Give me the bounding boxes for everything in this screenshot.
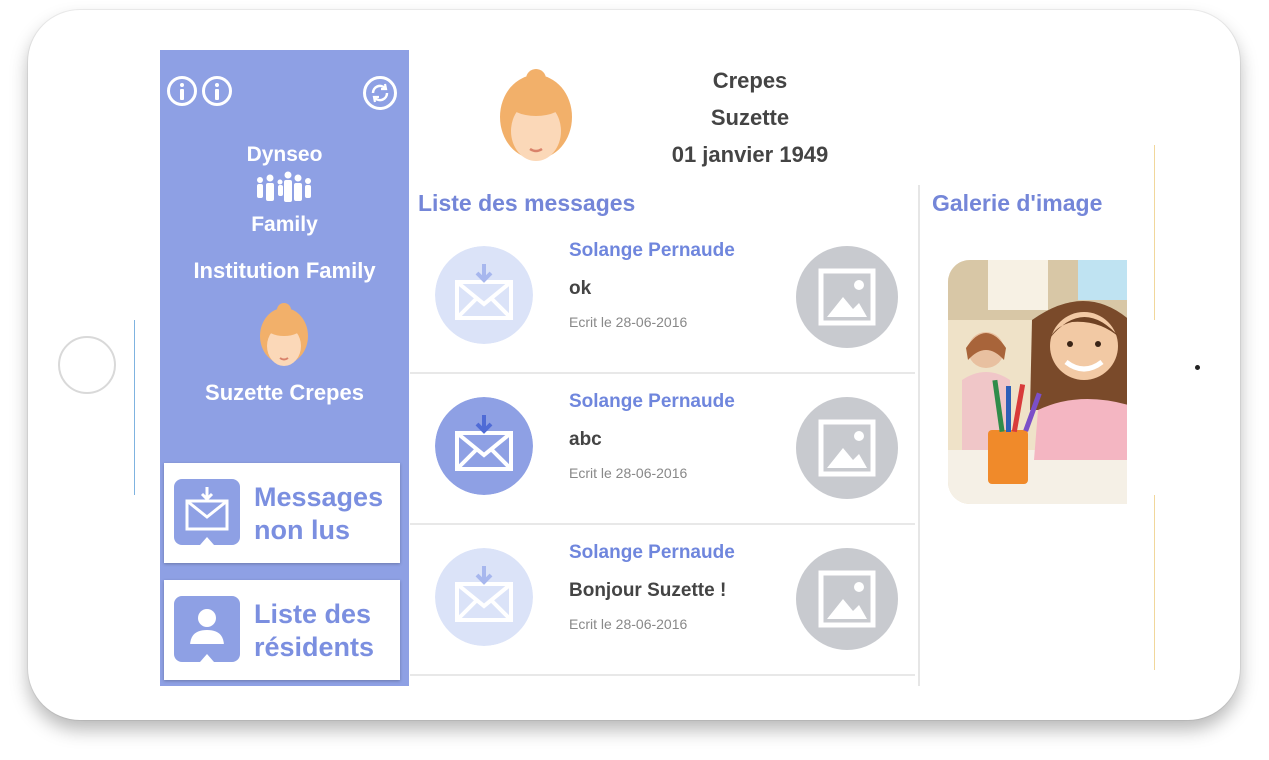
- image-icon[interactable]: [796, 397, 898, 499]
- residents-list-button[interactable]: Liste des résidents: [164, 580, 400, 680]
- refresh-icon[interactable]: [363, 76, 397, 110]
- gallery-photo[interactable]: [948, 260, 1127, 504]
- envelope-icon: [174, 479, 240, 545]
- message-text: ok: [569, 278, 592, 299]
- resident-name: Suzette Crepes: [205, 380, 364, 405]
- person-icon: [174, 596, 240, 662]
- unread-messages-button[interactable]: Messages non lus: [164, 463, 400, 563]
- camera-dot: [1195, 365, 1200, 370]
- info-icon[interactable]: [202, 76, 232, 106]
- app-screen: Dynseo Family Institution Family Suzette…: [160, 50, 1127, 686]
- envelope-read-icon: [435, 548, 533, 646]
- gallery-section-title: Galerie d'image: [932, 190, 1103, 216]
- message-author: Solange Pernaude: [569, 391, 735, 412]
- profile-avatar: [500, 69, 572, 161]
- image-icon[interactable]: [796, 548, 898, 650]
- brand-name-line2: Family: [251, 213, 318, 236]
- profile-last-name: Crepes: [712, 68, 788, 93]
- edge-accent: [1154, 145, 1155, 320]
- message-item[interactable]: Solange Pernaude abc Ecrit le 28-06-2016: [410, 373, 915, 525]
- home-button[interactable]: [58, 336, 116, 394]
- family-logo-icon: [257, 171, 311, 202]
- message-date: Ecrit le 28-06-2016: [569, 314, 688, 330]
- section-divider: [918, 185, 920, 686]
- message-text: Bonjour Suzette !: [569, 580, 727, 601]
- resident-avatar: [260, 303, 308, 366]
- message-item[interactable]: Solange Pernaude Bonjour Suzette ! Ecrit…: [410, 524, 915, 676]
- message-date: Ecrit le 28-06-2016: [569, 465, 688, 481]
- envelope-read-icon: [435, 246, 533, 344]
- message-date: Ecrit le 28-06-2016: [569, 616, 688, 632]
- residents-list-label: Liste des résidents: [254, 599, 375, 662]
- sidebar: Dynseo Family Institution Family Suzette…: [160, 50, 409, 686]
- edge-accent: [134, 320, 135, 495]
- profile-birth-date: 01 janvier 1949: [671, 142, 829, 167]
- message-item[interactable]: Solange Pernaude ok Ecrit le 28-06-2016: [410, 222, 915, 374]
- image-icon[interactable]: [796, 246, 898, 348]
- profile-first-name: Suzette: [710, 105, 790, 130]
- message-author: Solange Pernaude: [569, 542, 735, 563]
- brand-name: Dynseo: [246, 143, 323, 166]
- messages-section-title: Liste des messages: [418, 190, 636, 216]
- institution-name: Institution Family: [193, 258, 376, 283]
- unread-messages-label: Messages non lus: [254, 482, 384, 545]
- edge-accent: [1154, 495, 1155, 670]
- message-text: abc: [569, 429, 602, 450]
- info-icon[interactable]: [167, 76, 197, 106]
- message-author: Solange Pernaude: [569, 240, 735, 261]
- envelope-unread-icon: [435, 397, 533, 495]
